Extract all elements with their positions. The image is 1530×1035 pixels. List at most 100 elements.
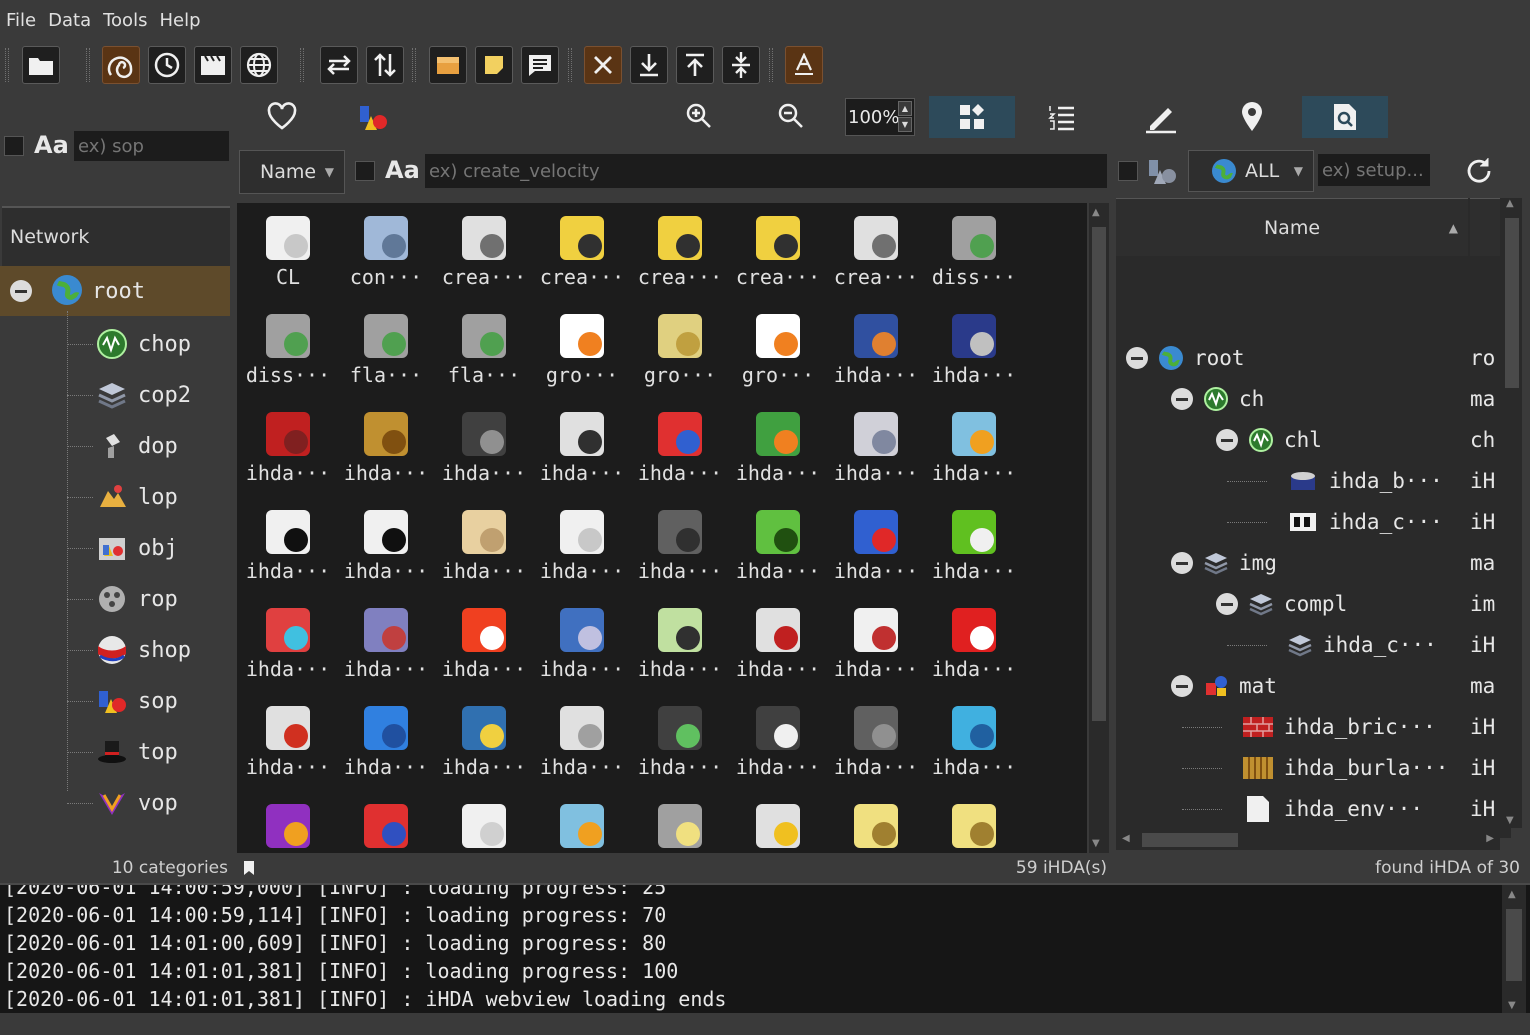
tree-row[interactable]: ihda_b··· [1285, 461, 1443, 501]
ihda-cell[interactable] [239, 791, 337, 853]
menu-tools[interactable]: Tools [103, 10, 147, 31]
ihda-cell[interactable]: gro··· [533, 301, 631, 399]
ihda-cell[interactable]: ihda··· [827, 399, 925, 497]
tree-row[interactable]: ihda_c··· [1285, 625, 1437, 665]
ihda-cell[interactable]: ihda··· [631, 399, 729, 497]
upload-button[interactable] [676, 46, 714, 84]
hierarchy-search-input[interactable] [1318, 154, 1430, 186]
zoom-spinbox[interactable]: 100% ▲ ▼ [845, 98, 915, 136]
scroll-up-arrow[interactable]: ▲ [1506, 198, 1514, 209]
ihda-cell[interactable]: ihda··· [827, 693, 925, 791]
ihda-cell[interactable]: ihda··· [533, 693, 631, 791]
ihda-filter-input[interactable] [425, 154, 1107, 188]
column-header-2[interactable] [1470, 198, 1500, 256]
ihda-cell[interactable]: ihda··· [533, 497, 631, 595]
list-view-button[interactable] [1048, 104, 1076, 137]
ihda-cell[interactable]: ihda··· [827, 595, 925, 693]
menu-data[interactable]: Data [48, 10, 91, 31]
tree-row[interactable]: ihda_bric··· [1240, 707, 1436, 747]
ihda-cell[interactable]: ihda··· [729, 595, 827, 693]
zoom-down-arrow[interactable]: ▼ [898, 117, 912, 132]
scroll-left-arrow[interactable]: ◀ [1122, 833, 1130, 844]
ihda-cell[interactable]: ihda··· [337, 399, 435, 497]
zoom-in-button[interactable] [685, 102, 713, 135]
case-sensitive-checkbox[interactable] [4, 136, 24, 156]
notes-button[interactable] [475, 46, 513, 84]
history-button[interactable] [148, 46, 186, 84]
scroll-thumb[interactable] [1505, 218, 1519, 388]
edit-button[interactable] [1144, 100, 1178, 139]
tree-item-cop2[interactable]: cop2 [94, 375, 191, 415]
ihda-cell[interactable]: ihda··· [239, 399, 337, 497]
collapse-toggle[interactable] [1216, 593, 1238, 615]
ihda-cell[interactable]: ihda··· [337, 497, 435, 595]
scroll-up-arrow[interactable]: ▲ [1508, 889, 1516, 900]
ihda-cell[interactable]: con··· [337, 203, 435, 301]
scroll-thumb[interactable] [1506, 909, 1522, 981]
log-scrollbar[interactable]: ▲ ▼ [1502, 885, 1526, 1013]
ihda-cell[interactable]: fla··· [337, 301, 435, 399]
ihda-cell[interactable]: CL [239, 203, 337, 301]
ihda-cell[interactable]: diss··· [925, 203, 1023, 301]
ihda-cell[interactable]: ihda··· [239, 595, 337, 693]
download-button[interactable] [630, 46, 668, 84]
open-folder-button[interactable] [22, 46, 60, 84]
scroll-up-arrow[interactable]: ▲ [1092, 207, 1100, 218]
hierarchy-vscrollbar[interactable]: ▲ ▼ [1502, 198, 1522, 828]
tree-row[interactable]: root [1156, 338, 1245, 378]
ihda-cell[interactable]: ihda··· [435, 693, 533, 791]
swap-horizontal-button[interactable] [320, 46, 358, 84]
all-categories-button[interactable] [357, 102, 389, 137]
ihda-cell[interactable]: crea··· [729, 203, 827, 301]
ihda-cell[interactable]: ihda··· [729, 693, 827, 791]
ihda-cell[interactable]: ihda··· [533, 399, 631, 497]
ihda-cell[interactable]: ihda··· [925, 497, 1023, 595]
ihda-cell[interactable]: ihda··· [631, 497, 729, 595]
ihda-cell[interactable] [533, 791, 631, 853]
tree-row[interactable]: ch [1201, 379, 1264, 419]
web-button[interactable] [240, 46, 278, 84]
ihda-cell[interactable] [631, 791, 729, 853]
collapse-toggle[interactable] [1216, 429, 1238, 451]
grid-scrollbar[interactable]: ▲ ▼ [1089, 203, 1109, 853]
refresh-button[interactable] [1464, 156, 1494, 191]
tree-item-sop[interactable]: sop [94, 681, 178, 721]
grid-view-button[interactable] [929, 96, 1015, 138]
zoom-out-button[interactable] [777, 102, 805, 135]
collapse-toggle[interactable] [1171, 552, 1193, 574]
tree-item-rop[interactable]: rop [94, 579, 178, 619]
tree-row[interactable]: img [1201, 543, 1277, 583]
ihda-cell[interactable]: ihda··· [925, 595, 1023, 693]
ihda-cell[interactable]: ihda··· [631, 693, 729, 791]
ihda-cell[interactable] [925, 791, 1023, 853]
scope-dropdown[interactable]: ALL ▼ [1188, 150, 1314, 192]
ihda-cell[interactable]: fla··· [435, 301, 533, 399]
tree-item-shop[interactable]: shop [94, 630, 191, 670]
zoom-up-arrow[interactable]: ▲ [898, 101, 912, 116]
ihda-cell[interactable]: ihda··· [925, 301, 1023, 399]
ihda-cell[interactable]: ihda··· [239, 497, 337, 595]
ihda-cell[interactable]: gro··· [729, 301, 827, 399]
scroll-down-arrow[interactable]: ▼ [1506, 815, 1514, 826]
network-filter-input[interactable] [74, 131, 229, 161]
ihda-cell[interactable]: ihda··· [729, 399, 827, 497]
collapse-root-toggle[interactable] [10, 280, 32, 302]
ihda-cell[interactable]: diss··· [239, 301, 337, 399]
ihda-cell[interactable]: ihda··· [435, 497, 533, 595]
ihda-cell[interactable]: ihda··· [435, 399, 533, 497]
ihda-cell[interactable]: ihda··· [827, 497, 925, 595]
tree-row[interactable]: compl [1246, 584, 1347, 624]
log-console[interactable]: [2020-06-01 14:00:59,000] [INFO] : loadi… [0, 883, 1530, 1013]
delete-button[interactable] [584, 46, 622, 84]
scroll-down-arrow[interactable]: ▼ [1092, 838, 1100, 849]
ihda-cell[interactable]: crea··· [827, 203, 925, 301]
ihda-cell[interactable]: crea··· [533, 203, 631, 301]
scroll-thumb[interactable] [1142, 833, 1238, 847]
ihda-cell[interactable]: ihda··· [925, 399, 1023, 497]
case-sensitive-checkbox[interactable] [355, 161, 375, 181]
scroll-right-arrow[interactable]: ▶ [1486, 833, 1494, 844]
tree-item-chop[interactable]: chop [94, 324, 191, 364]
ihda-cell[interactable]: crea··· [435, 203, 533, 301]
tree-row[interactable]: ihda_c··· [1285, 502, 1443, 542]
location-button[interactable] [1240, 102, 1264, 137]
